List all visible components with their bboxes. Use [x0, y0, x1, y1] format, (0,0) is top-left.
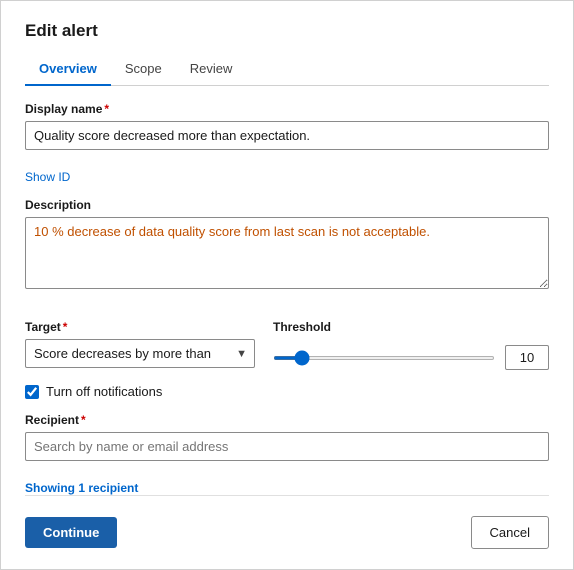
edit-alert-dialog: Edit alert Overview Scope Review Display… [0, 0, 574, 570]
display-name-input[interactable] [25, 121, 549, 150]
slider-wrapper [273, 356, 495, 360]
recipient-required-star: * [81, 413, 86, 427]
notifications-row: Turn off notifications [25, 384, 549, 399]
recipient-label: Recipient* [25, 413, 549, 427]
target-select-wrapper: Score decreases by more than ▼ [25, 339, 255, 368]
description-group: Description 10 % decrease of data qualit… [25, 198, 549, 292]
continue-button[interactable]: Continue [25, 517, 117, 548]
target-threshold-row: Target* Score decreases by more than ▼ T… [25, 320, 549, 370]
showing-recipients-text: Showing 1 recipient [25, 481, 549, 495]
threshold-row [273, 345, 549, 370]
threshold-label: Threshold [273, 320, 549, 334]
display-name-label: Display name* [25, 102, 549, 116]
tab-scope[interactable]: Scope [111, 55, 176, 86]
display-name-group: Display name* [25, 102, 549, 150]
notifications-label: Turn off notifications [46, 384, 162, 399]
recipient-search-input[interactable] [25, 432, 549, 461]
tab-overview[interactable]: Overview [25, 55, 111, 86]
threshold-slider[interactable] [273, 356, 495, 360]
tab-review[interactable]: Review [176, 55, 247, 86]
dialog-footer: Continue Cancel [25, 495, 549, 549]
required-star: * [104, 102, 109, 116]
tab-bar: Overview Scope Review [25, 55, 549, 86]
threshold-col: Threshold [273, 320, 549, 370]
cancel-button[interactable]: Cancel [471, 516, 549, 549]
target-label: Target* [25, 320, 255, 334]
threshold-value-input[interactable] [505, 345, 549, 370]
target-select[interactable]: Score decreases by more than [25, 339, 255, 368]
description-input[interactable]: 10 % decrease of data quality score from… [25, 217, 549, 289]
recipient-group: Recipient* [25, 413, 549, 461]
target-col: Target* Score decreases by more than ▼ [25, 320, 255, 368]
show-id-link[interactable]: Show ID [25, 170, 549, 184]
notifications-checkbox[interactable] [25, 385, 39, 399]
target-required-star: * [63, 320, 68, 334]
dialog-title: Edit alert [25, 21, 549, 41]
description-label: Description [25, 198, 549, 212]
